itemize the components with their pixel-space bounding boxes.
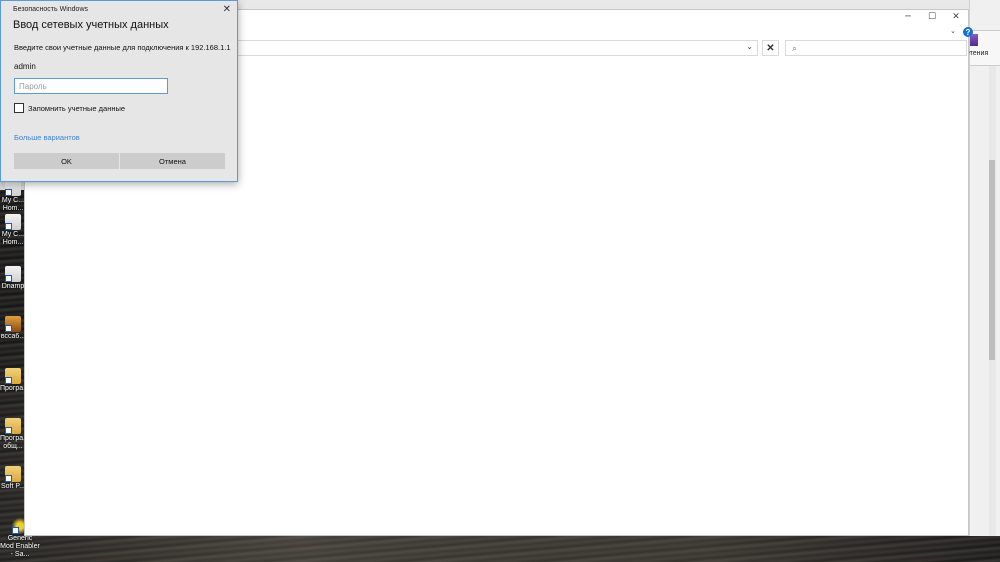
desktop-icon-dnamp[interactable]: Dnamp <box>0 266 26 291</box>
desktop-icon-label: Dnamp <box>1 283 25 290</box>
background-window: етения <box>966 0 1000 536</box>
username-label: admin <box>14 62 36 71</box>
desktop-icon-label: Generic Mod Enabler - Sa... <box>0 535 40 558</box>
desktop-icon-label: Soft P... <box>1 483 25 490</box>
ribbon-label: етения <box>966 50 989 57</box>
desktop-icon-label: My C... Hom... <box>1 231 25 246</box>
folder-icon <box>5 418 21 434</box>
desktop-icon-label: всса6... <box>0 333 26 340</box>
help-icon[interactable]: ? <box>963 27 973 37</box>
remember-checkbox[interactable] <box>14 103 24 113</box>
ok-button[interactable]: OK <box>14 153 119 169</box>
desktop-icon-programs-shared[interactable]: Програ... общ... <box>0 418 26 451</box>
dialog-caption: Безопасность Windows <box>13 6 88 13</box>
dialog-description: Введите свои учетные данные для подключе… <box>14 43 231 52</box>
desktop-icon-programs[interactable]: Програ... <box>0 368 26 393</box>
scroll-thumb[interactable] <box>989 160 995 360</box>
desktop-icon-soft[interactable]: Soft P... <box>0 466 26 491</box>
chevron-down-icon[interactable]: ⌄ <box>950 27 956 35</box>
chevron-down-icon[interactable]: ⌄ <box>746 42 753 51</box>
minimize-icon[interactable]: ─ <box>896 10 920 24</box>
remember-credentials[interactable]: Запомнить учетные данные <box>14 103 125 113</box>
clear-address-button[interactable]: ✕ <box>762 40 779 56</box>
more-options-link[interactable]: Больше вариантов <box>14 133 80 142</box>
desktop-icon-label: Програ... общ... <box>0 435 26 450</box>
close-icon[interactable]: ✕ <box>944 10 968 24</box>
desktop-icon-vssa[interactable]: всса6... <box>0 316 26 341</box>
desktop-icon-label: My C... Hom... <box>1 197 25 212</box>
desktop-icon-my-home-1[interactable]: My C... Hom... <box>0 180 26 213</box>
desktop-icon-label: Програ... <box>0 385 26 392</box>
folder-icon <box>5 368 21 384</box>
folder-icon <box>5 466 21 482</box>
remember-label: Запомнить учетные данные <box>28 103 126 113</box>
desktop-icon-my-home-2[interactable]: My C... Hom... <box>0 214 26 247</box>
maximize-icon[interactable]: ☐ <box>920 10 944 24</box>
cancel-button[interactable]: Отмена <box>120 153 225 169</box>
dialog-title: Ввод сетевых учетных данных <box>13 19 169 31</box>
archive-icon <box>5 316 21 332</box>
credentials-dialog: Безопасность Windows ✕ Ввод сетевых учет… <box>0 0 238 182</box>
search-input[interactable]: ⌕ <box>785 40 967 56</box>
close-icon[interactable]: ✕ <box>223 4 231 15</box>
document-icon <box>5 266 21 282</box>
password-field[interactable] <box>14 78 168 94</box>
search-icon: ⌕ <box>792 43 798 53</box>
document-icon <box>5 214 21 230</box>
document-icon <box>5 180 21 196</box>
window-controls: ─ ☐ ✕ <box>896 10 968 24</box>
